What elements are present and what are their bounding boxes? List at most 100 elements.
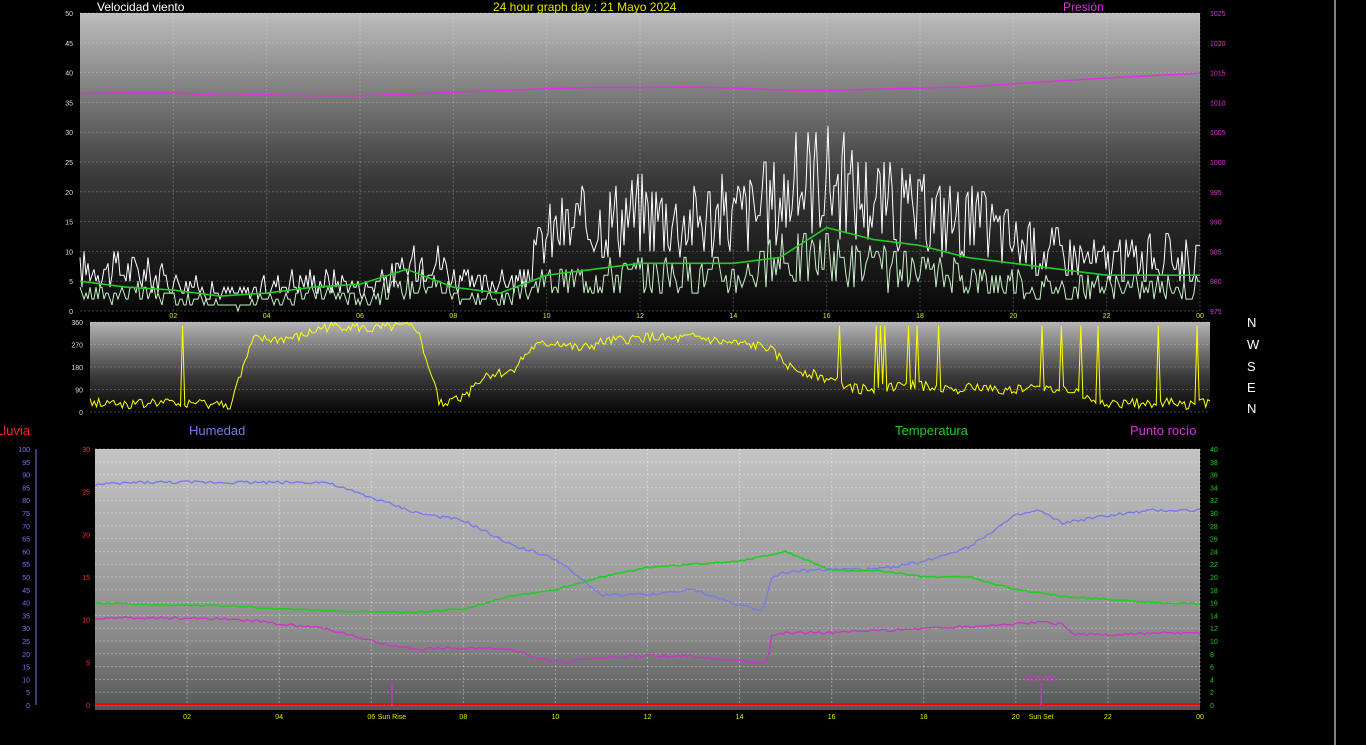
- humidity-y-tick: 65: [22, 537, 30, 544]
- wind-x-tick: 10: [543, 313, 551, 320]
- humidity-y-tick: 80: [22, 498, 30, 505]
- wind-x-tick: 16: [823, 313, 831, 320]
- wind-x-tick: 12: [636, 313, 644, 320]
- humidity-y-tick: 5: [26, 690, 30, 697]
- pressure-y-tick: 985: [1210, 249, 1222, 256]
- dewpoint-y-tick: 20: [82, 532, 90, 539]
- humidity-x-tick: 14: [736, 714, 744, 721]
- wind-x-tick: 14: [729, 313, 737, 320]
- humidity-y-tick: 0: [26, 703, 30, 710]
- weather-charts: 0510152025303540455097598098599099510001…: [18, 0, 1336, 745]
- temperature-y-tick: 34: [1210, 485, 1218, 492]
- direction-y-tick: 360: [71, 320, 83, 327]
- humidity-y-tick: 60: [22, 549, 30, 556]
- humidity-x-tick: 08: [459, 714, 467, 721]
- pressure-y-tick: 1005: [1210, 130, 1226, 137]
- humidity-y-tick: 35: [22, 613, 30, 620]
- pressure-y-tick: 1025: [1210, 11, 1226, 18]
- wind-x-tick: 00: [1196, 313, 1204, 320]
- humidity-x-tick: 00: [1196, 714, 1204, 721]
- temperature-y-tick: 20: [1210, 575, 1218, 582]
- temperature-y-tick: 0: [1210, 703, 1214, 710]
- wind-y-tick: 10: [65, 249, 73, 256]
- humidity-y-tick: 45: [22, 588, 30, 595]
- sunset-annotation: Sun Set: [1025, 673, 1058, 683]
- wind-y-tick: 30: [65, 130, 73, 137]
- temperature-y-tick: 8: [1210, 652, 1214, 659]
- temperature-y-tick: 12: [1210, 626, 1218, 633]
- wind-x-tick: 02: [169, 313, 177, 320]
- humidity-y-tick: 70: [22, 524, 30, 531]
- wind-y-tick: 0: [69, 309, 73, 316]
- wind-y-tick: 20: [65, 190, 73, 197]
- pressure-y-tick: 975: [1210, 309, 1222, 316]
- wind-y-tick: 35: [65, 100, 73, 107]
- wind-x-tick: 22: [1103, 313, 1111, 320]
- wind-x-tick: 08: [449, 313, 457, 320]
- humidity-y-tick: 75: [22, 511, 30, 518]
- humidity-y-tick: 25: [22, 639, 30, 646]
- humidity-x-tick: 12: [644, 714, 652, 721]
- temperature-y-tick: 26: [1210, 537, 1218, 544]
- temperature-y-tick: 2: [1210, 690, 1214, 697]
- wind-x-tick: 06: [356, 313, 364, 320]
- wind-y-tick: 5: [69, 279, 73, 286]
- humidity-y-tick: 90: [22, 473, 30, 480]
- temperature-y-tick: 6: [1210, 665, 1214, 672]
- humidity-x-tick: 06: [367, 714, 375, 721]
- temperature-y-tick: 14: [1210, 613, 1218, 620]
- humidity-x-tick: 04: [275, 714, 283, 721]
- wind-y-tick: 45: [65, 41, 73, 48]
- pressure-y-tick: 1000: [1210, 160, 1226, 167]
- wind-y-tick: 25: [65, 160, 73, 167]
- temperature-y-tick: 32: [1210, 498, 1218, 505]
- humidity-y-tick: 95: [22, 460, 30, 467]
- dewpoint-y-tick: 25: [82, 490, 90, 497]
- temperature-y-tick: 28: [1210, 524, 1218, 531]
- wind-x-tick: 18: [916, 313, 924, 320]
- humidity-x-tick: 22: [1104, 714, 1112, 721]
- humidity-y-tick: 100: [18, 447, 30, 454]
- direction-y-tick: 270: [71, 343, 83, 350]
- direction-y-tick: 180: [71, 365, 83, 372]
- wind-x-tick: 20: [1009, 313, 1017, 320]
- pressure-y-tick: 980: [1210, 279, 1222, 286]
- humidity-x-tick: 20: [1012, 714, 1020, 721]
- humidity-y-tick: 85: [22, 485, 30, 492]
- wind-y-tick: 40: [65, 71, 73, 78]
- sun-marker-label: Sun Set: [1029, 714, 1054, 721]
- dewpoint-y-tick: 15: [82, 575, 90, 582]
- wind-y-tick: 15: [65, 220, 73, 227]
- pressure-y-tick: 1015: [1210, 71, 1226, 78]
- humidity-y-tick: 50: [22, 575, 30, 582]
- direction-y-tick: 0: [79, 410, 83, 417]
- direction-y-tick: 90: [75, 388, 83, 395]
- dewpoint-y-tick: 5: [86, 660, 90, 667]
- temperature-y-tick: 22: [1210, 562, 1218, 569]
- humidity-x-tick: 02: [183, 714, 191, 721]
- temperature-y-tick: 36: [1210, 473, 1218, 480]
- temperature-y-tick: 38: [1210, 460, 1218, 467]
- wind-x-tick: 04: [263, 313, 271, 320]
- pressure-y-tick: 1010: [1210, 100, 1226, 107]
- temperature-y-tick: 4: [1210, 677, 1214, 684]
- temperature-y-tick: 10: [1210, 639, 1218, 646]
- temperature-y-tick: 30: [1210, 511, 1218, 518]
- humidity-y-tick: 10: [22, 677, 30, 684]
- humidity-y-tick: 55: [22, 562, 30, 569]
- humidity-y-tick: 40: [22, 601, 30, 608]
- temperature-y-tick: 18: [1210, 588, 1218, 595]
- dewpoint-y-tick: 10: [82, 618, 90, 625]
- temperature-y-tick: 40: [1210, 447, 1218, 454]
- humidity-y-tick: 30: [22, 626, 30, 633]
- sun-marker-label: Sun Rise: [378, 714, 407, 721]
- dewpoint-y-tick: 0: [86, 703, 90, 710]
- pressure-y-tick: 1020: [1210, 41, 1226, 48]
- temperature-y-tick: 16: [1210, 601, 1218, 608]
- humidity-y-tick: 15: [22, 665, 30, 672]
- humidity-y-tick: 20: [22, 652, 30, 659]
- humidity-x-tick: 16: [828, 714, 836, 721]
- pressure-y-tick: 990: [1210, 220, 1222, 227]
- temperature-y-tick: 24: [1210, 549, 1218, 556]
- humidity-x-tick: 18: [920, 714, 928, 721]
